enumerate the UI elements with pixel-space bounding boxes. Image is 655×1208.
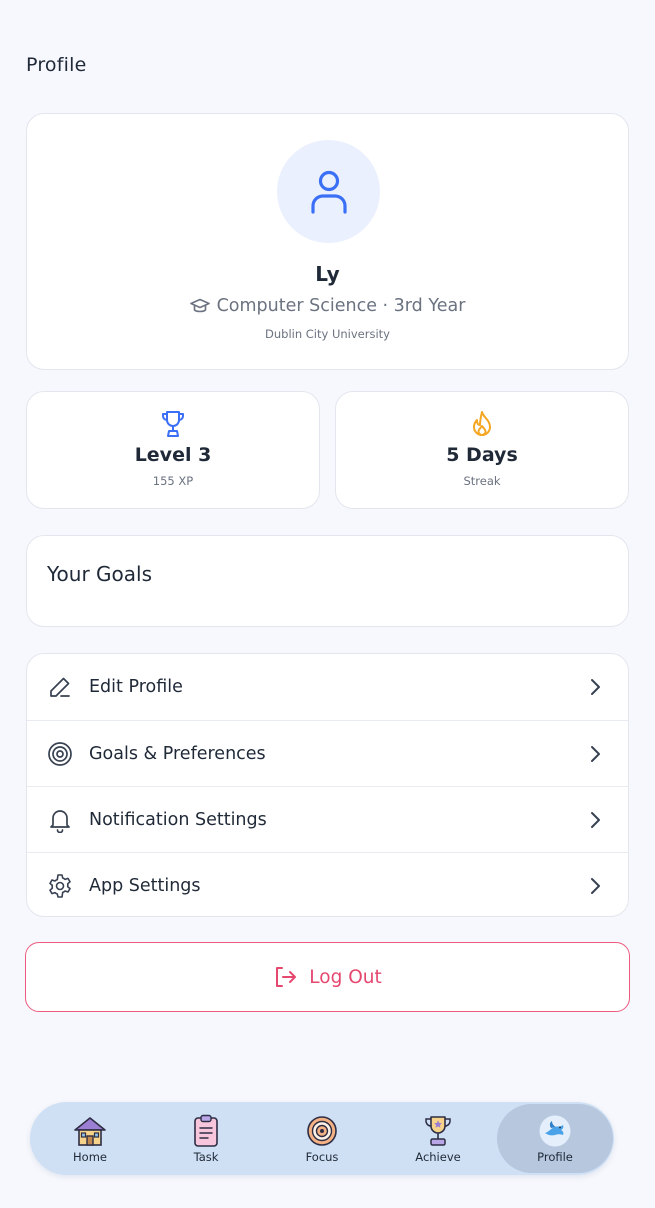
logout-label: Log Out <box>309 966 382 988</box>
nav-label: Focus <box>305 1149 339 1164</box>
level-card: Level 3 155 XP <box>26 391 320 509</box>
menu-item-notification-settings[interactable]: Notification Settings <box>27 786 628 852</box>
trophy-icon <box>425 1115 451 1146</box>
profile-major: Computer Science · 3rd Year <box>27 296 628 316</box>
house-icon <box>74 1116 106 1146</box>
profile-major-text: Computer Science · 3rd Year <box>216 296 466 316</box>
settings-menu: Edit Profile Goals & Preferences Notific… <box>26 653 629 917</box>
gear-icon <box>49 874 71 898</box>
chevron-right-icon <box>591 878 600 894</box>
menu-item-label: Edit Profile <box>89 677 183 697</box>
clipboard-icon <box>194 1114 218 1147</box>
chevron-right-icon <box>591 812 600 828</box>
menu-item-label: App Settings <box>89 875 201 896</box>
nav-profile[interactable]: Profile <box>497 1104 613 1173</box>
xp-label: 155 XP <box>152 474 194 488</box>
profile-name: Ly <box>315 262 340 286</box>
pencil-icon <box>50 677 70 697</box>
menu-item-edit-profile[interactable]: Edit Profile <box>27 654 628 720</box>
nav-focus[interactable]: Focus <box>267 1102 377 1175</box>
profile-university: Dublin City University <box>265 327 390 341</box>
profile-card: Ly Computer Science · 3rd Year Dublin Ci… <box>26 113 629 370</box>
nav-home[interactable]: Home <box>35 1102 145 1175</box>
page-title: Profile <box>26 54 87 76</box>
bird-icon <box>539 1115 571 1146</box>
bottom-nav: Home Task Focus Achieve Profile <box>30 1102 614 1175</box>
goals-card[interactable]: Your Goals <box>26 535 629 627</box>
nav-label: Home <box>73 1149 107 1164</box>
level-value: Level 3 <box>134 444 212 466</box>
goals-title: Your Goals <box>47 562 153 586</box>
chevron-right-icon <box>591 746 600 762</box>
user-icon <box>310 170 347 214</box>
logout-icon <box>276 967 297 987</box>
nav-label: Achieve <box>415 1149 461 1164</box>
logout-button[interactable]: Log Out <box>25 942 630 1012</box>
profile-screen: Profile Ly Computer Science · 3rd Year D… <box>0 0 655 1208</box>
menu-item-app-settings[interactable]: App Settings <box>27 852 628 916</box>
graduation-cap-icon <box>189 298 210 313</box>
nav-achieve[interactable]: Achieve <box>383 1102 493 1175</box>
streak-label: Streak <box>463 474 501 488</box>
trophy-icon <box>162 411 184 437</box>
avatar[interactable] <box>277 140 380 243</box>
chevron-right-icon <box>591 679 600 695</box>
nav-label: Task <box>193 1149 219 1164</box>
menu-item-label: Notification Settings <box>89 809 267 830</box>
streak-card: 5 Days Streak <box>335 391 629 509</box>
bell-icon <box>50 810 70 833</box>
target-icon <box>48 742 72 766</box>
nav-label: Profile <box>537 1149 573 1164</box>
nav-task[interactable]: Task <box>151 1102 261 1175</box>
target-icon <box>307 1115 337 1146</box>
streak-value: 5 Days <box>446 444 518 466</box>
flame-icon <box>473 411 491 436</box>
menu-item-label: Goals & Preferences <box>89 743 266 764</box>
menu-item-goals-preferences[interactable]: Goals & Preferences <box>27 720 628 786</box>
